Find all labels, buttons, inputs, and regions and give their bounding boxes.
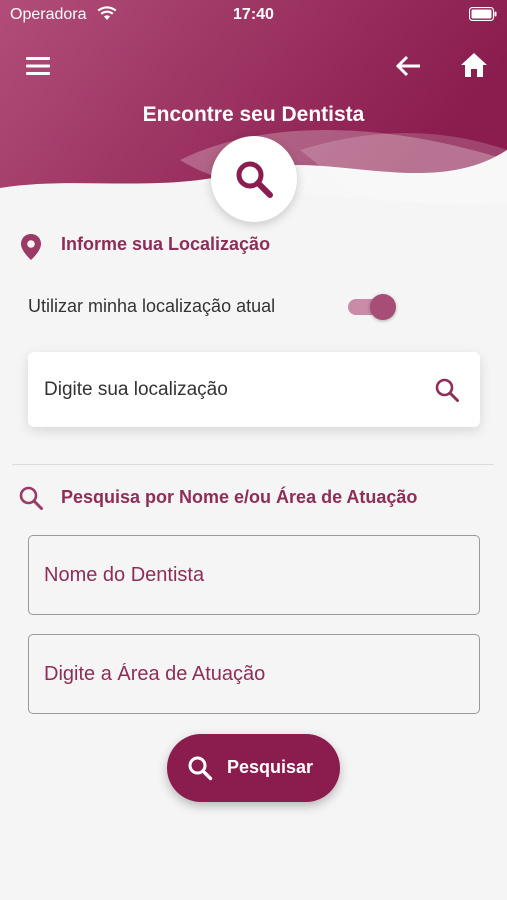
name-section-header: Pesquisa por Nome e/ou Área de Atuação (18, 483, 498, 513)
arrow-left-icon[interactable] (394, 52, 424, 80)
search-circle-button[interactable] (211, 136, 297, 222)
name-section-title: Pesquisa por Nome e/ou Área de Atuação (61, 487, 418, 507)
practice-area-field (28, 634, 480, 714)
search-icon (18, 485, 44, 516)
section-divider (12, 464, 494, 465)
location-input-card (28, 352, 480, 427)
status-bar: Operadora 17:40 (0, 0, 507, 32)
toggle-thumb (370, 294, 396, 320)
practice-area-input[interactable] (44, 635, 464, 713)
dentist-name-field (28, 535, 480, 615)
search-icon (187, 755, 213, 784)
search-button[interactable]: Pesquisar (167, 734, 340, 802)
location-search-icon[interactable] (434, 377, 460, 408)
use-current-location-row: Utilizar minha localização atual (28, 292, 498, 322)
search-button-label: Pesquisar (227, 757, 314, 777)
menu-icon[interactable] (24, 52, 54, 80)
location-pin-icon (18, 232, 44, 267)
location-section-title: Informe sua Localização (61, 234, 271, 254)
location-section-header: Informe sua Localização (18, 230, 498, 260)
location-input[interactable] (44, 352, 424, 427)
clock: 17:40 (233, 6, 274, 23)
search-icon (236, 161, 273, 198)
dentist-name-input[interactable] (44, 536, 464, 614)
use-current-location-toggle[interactable] (348, 294, 398, 320)
page-title: Encontre seu Dentista (142, 103, 365, 126)
battery-icon (468, 6, 497, 26)
use-current-location-label: Utilizar minha localização atual (28, 296, 276, 316)
home-icon[interactable] (458, 50, 490, 80)
